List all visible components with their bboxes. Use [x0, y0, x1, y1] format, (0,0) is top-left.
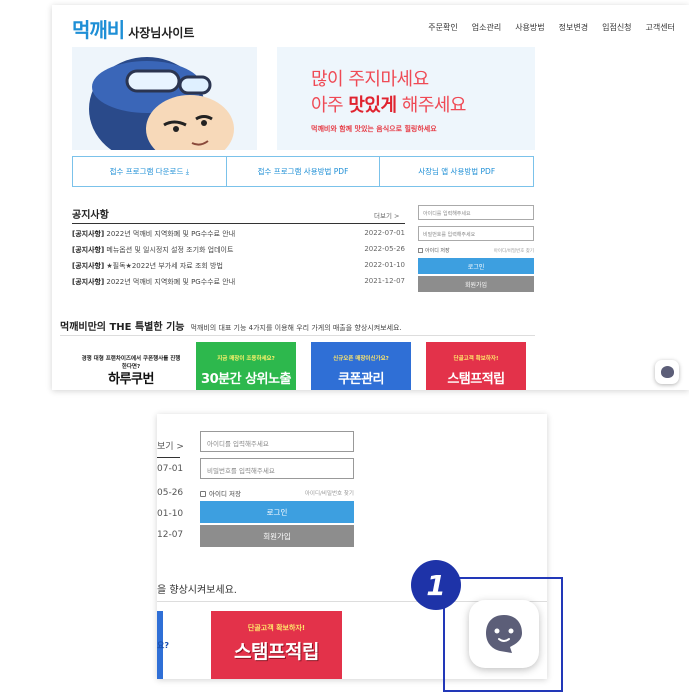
zoom-notice-more[interactable]: 보기 > [157, 439, 184, 452]
zoom-notice-divider [157, 457, 180, 458]
nav-how-to-use[interactable]: 사용방법 [515, 22, 544, 33]
zoom-id-input[interactable]: 아이디를 입력해주세요 [200, 431, 354, 452]
zoom-stamp-card[interactable]: 단골고객 확보하자! 스탬프적립 [211, 611, 342, 679]
chat-bot-face [660, 366, 674, 378]
notice-title-text: [공지사항] 2022년 먹깨비 지역화폐 및 PG수수료 안내 [72, 229, 235, 239]
notice-more-link[interactable]: 더보기 > [374, 210, 399, 220]
zoom-find-account-link[interactable]: 아이디/비밀번호 찾기 [305, 489, 354, 497]
mascot-banner [72, 47, 257, 150]
tutorial-screenshot: 먹깨비사장님사이트 주문확인 업소관리 사용방법 정보변경 입점신청 고객센터 [0, 0, 689, 693]
zoom-stamp-card-top: 단골고객 확보하자! [247, 624, 306, 632]
site-header: 먹깨비 사장님사이트 주문확인 업소관리 사용방법 정보변경 입점신청 고객센터 [52, 5, 689, 45]
slogan-line2: 아주 맛있게 해주세요 [311, 91, 467, 117]
notice-title: 공지사항 [72, 210, 109, 221]
notice-row[interactable]: [공지사항] 2022년 먹깨비 지역화폐 및 PG수수료 안내 2022-07… [72, 226, 405, 242]
nav-customer-center[interactable]: 고객센터 [646, 22, 675, 33]
remember-id-checkbox[interactable] [418, 248, 423, 253]
notice-tag: [공지사항] [72, 230, 105, 238]
notice-date: 2022-01-10 [364, 261, 405, 269]
zoom-notice-date: 01-10 [157, 509, 184, 519]
zoom-login-button[interactable]: 로그인 [200, 501, 354, 523]
site-logo[interactable]: 먹깨비 사장님사이트 [72, 14, 194, 43]
nav-order-check[interactable]: 주문확인 [428, 22, 457, 33]
notice-date: 2022-07-01 [364, 229, 405, 237]
zoom-notice-date: 05-26 [157, 488, 184, 498]
feature-card[interactable]: 경쟁 대형 프랜차이즈에서 쿠폰행사를 진행한다면? 하루쿠번 [81, 342, 181, 390]
notice-tag: [공지사항] [72, 246, 105, 254]
notice-date: 2022-05-26 [364, 245, 405, 253]
feature-card-title: 하루쿠번 [108, 372, 154, 387]
notice-title-text: [공지사항] 메뉴옵션 및 일시정지 설정 조기화 업데이트 [72, 245, 233, 255]
remember-id-label: 아이디 저장 [425, 248, 450, 254]
zoom-remember-checkbox[interactable] [200, 491, 206, 497]
password-input[interactable]: 비밀번호를 입력해주세요 [418, 226, 534, 241]
download-program-button[interactable]: 접수 프로그램 다운로드 ⤓ [73, 157, 227, 186]
features-title: 먹깨비만의 THE 특별한 기능 [60, 322, 185, 333]
zoom-login-options: 아이디 저장 아이디/비밀번호 찾기 [200, 488, 354, 498]
zoom-coupon-card-text: 요? [157, 641, 170, 650]
zoom-features-subtitle: 을 향상시켜보세요. [157, 585, 237, 596]
zoom-notice-date: 12-07 [157, 530, 184, 540]
notice-row[interactable]: [공지사항] 2022년 먹깨비 지역화폐 및 PG수수료 안내 2021-12… [72, 274, 405, 290]
login-button[interactable]: 로그인 [418, 258, 534, 274]
notice-text: 2022년 먹깨비 지역화폐 및 PG수수료 안내 [104, 230, 236, 238]
owner-site-page: 먹깨비사장님사이트 주문확인 업소관리 사용방법 정보변경 입점신청 고객센터 [52, 5, 689, 390]
chat-bot-icon[interactable] [655, 360, 679, 384]
feature-card[interactable]: 단골고객 확보하자! 스탬프적립 [426, 342, 526, 390]
nav-store-manage[interactable]: 업소관리 [472, 22, 501, 33]
owner-app-manual-pdf-button[interactable]: 사장님 앱 사용방법 PDF [380, 157, 533, 186]
notice-text: ★필독★2022년 부가세 자료 조회 방법 [104, 262, 223, 270]
slogan-line1: 많이 주지마세요 [311, 69, 429, 90]
notice-date: 2021-12-07 [364, 277, 405, 285]
zoom-stamp-card-title: 스탬프적립 [234, 641, 319, 663]
slogan-sub: 먹깨비와 함께 맛있는 음식으로 힐링하세요 [311, 125, 437, 133]
notice-text: 메뉴옵션 및 일시정지 설정 조기화 업데이트 [104, 246, 234, 254]
chat-bot-icon[interactable] [469, 600, 539, 668]
feature-card-title: 30분간 상위노출 [201, 372, 291, 387]
logo-sub: 사장님사이트 [128, 26, 195, 40]
id-input[interactable]: 아이디를 입력해주세요 [418, 205, 534, 220]
program-manual-pdf-button[interactable]: 접수 프로그램 사용방법 PDF [227, 157, 381, 186]
feature-card-title: 쿠폰관리 [338, 372, 384, 387]
notice-tag: [공지사항] [72, 262, 105, 270]
nav-apply[interactable]: 입점신청 [602, 22, 631, 33]
notice-text: 2022년 먹깨비 지역화폐 및 PG수수료 안내 [104, 278, 236, 286]
slogan-line2-bold: 맛있게 [348, 95, 397, 116]
features-heading: 먹깨비만의 THE 특별한 기능 먹깨비의 대표 기능 4가지를 이용해 우리 가… [60, 318, 402, 333]
mascot-illustration [89, 57, 234, 150]
zoom-password-input[interactable]: 비밀번호를 입력해주세요 [200, 458, 354, 479]
notice-title-text: [공지사항] 2022년 먹깨비 지역화폐 및 PG수수료 안내 [72, 277, 235, 287]
chat-bot-face-icon [486, 615, 522, 653]
feature-card-top: 신규오픈 매장이신가요? [333, 356, 389, 362]
features-subtitle: 먹깨비의 대표 기능 4가지를 이용해 우리 가게의 매출을 향상시켜보세요. [190, 324, 402, 332]
feature-card-title: 스탬프적립 [447, 372, 505, 387]
feature-card-top: 단골고객 확보하자! [453, 356, 499, 362]
notice-row[interactable]: [공지사항] ★필독★2022년 부가세 자료 조회 방법 2022-01-10 [72, 258, 405, 274]
slogan-line2-pre: 아주 [311, 95, 349, 116]
login-options: 아이디 저장 아이디/비밀번호 찾기 [418, 247, 534, 256]
notice-row[interactable]: [공지사항] 메뉴옵션 및 일시정지 설정 조기화 업데이트 2022-05-2… [72, 242, 405, 258]
feature-card[interactable]: 신규오픈 매장이신가요? 쿠폰관리 [311, 342, 411, 390]
notice-tag: [공지사항] [72, 278, 105, 286]
slogan-banner: 많이 주지마세요 아주 맛있게 해주세요 먹깨비와 함께 맛있는 음식으로 힐링… [277, 47, 535, 150]
slogan-line2-post: 해주세요 [396, 95, 467, 116]
main-nav: 주문확인 업소관리 사용방법 정보변경 입점신청 고객센터 [428, 22, 675, 33]
download-buttons: 접수 프로그램 다운로드 ⤓ 접수 프로그램 사용방법 PDF 사장님 앱 사용… [72, 156, 534, 187]
zoom-notice-date: 07-01 [157, 464, 184, 474]
find-account-link[interactable]: 아이디/비밀번호 찾기 [494, 248, 534, 254]
zoom-join-button[interactable]: 회원가입 [200, 525, 354, 547]
step-number-badge: 1 [411, 560, 461, 610]
zoom-remember-label: 아이디 저장 [209, 490, 241, 498]
join-button[interactable]: 회원가입 [418, 276, 534, 292]
notice-title-text: [공지사항] ★필독★2022년 부가세 자료 조회 방법 [72, 261, 223, 271]
feature-card[interactable]: 지금 매장이 조용하세요? 30분간 상위노출 [196, 342, 296, 390]
nav-info-change[interactable]: 정보변경 [559, 22, 588, 33]
features-divider [60, 335, 535, 336]
notice-divider [72, 223, 405, 224]
logo-main: 먹깨비 [72, 18, 125, 42]
feature-card-top: 지금 매장이 조용하세요? [217, 356, 275, 362]
